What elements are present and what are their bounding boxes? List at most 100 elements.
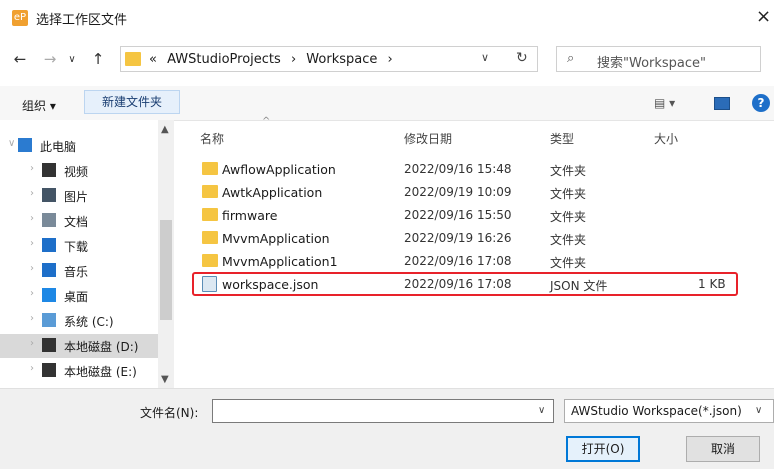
folder-icon bbox=[202, 162, 218, 175]
sidebar-item-label: 本地磁盘 (D:) bbox=[64, 340, 139, 354]
sidebar-item[interactable]: › 桌面 bbox=[0, 284, 158, 308]
folder-icon bbox=[202, 254, 218, 267]
column-header-type[interactable]: 类型 bbox=[550, 130, 574, 147]
recent-locations-button[interactable]: ∨ bbox=[62, 54, 82, 65]
sidebar-item[interactable]: › 下载 bbox=[0, 234, 158, 258]
breadcrumb-separator[interactable]: › bbox=[291, 52, 296, 67]
sidebar-item-label: 桌面 bbox=[64, 290, 89, 304]
file-type: 文件夹 bbox=[550, 210, 587, 224]
search-box[interactable]: ⌕ 搜索"Workspace" bbox=[556, 46, 761, 72]
filename-dropdown-icon[interactable]: ∨ bbox=[538, 405, 545, 416]
expand-icon[interactable]: › bbox=[30, 313, 34, 324]
sidebar-item[interactable]: › 本地磁盘 (D:) bbox=[0, 334, 158, 358]
close-icon[interactable]: × bbox=[756, 6, 771, 27]
view-options-icon[interactable]: ▤ ▾ bbox=[654, 96, 675, 110]
filename-label: 文件名(N): bbox=[140, 406, 199, 420]
drive-icon bbox=[42, 338, 56, 352]
filename-input[interactable] bbox=[212, 399, 554, 423]
new-folder-button[interactable]: 新建文件夹 bbox=[84, 90, 180, 114]
expand-icon[interactable]: › bbox=[30, 213, 34, 224]
folder-icon bbox=[202, 208, 218, 221]
sidebar-item-label: 图片 bbox=[64, 190, 89, 204]
sidebar-item[interactable]: ∨ 此电脑 bbox=[0, 134, 158, 158]
breadcrumb-workspace[interactable]: Workspace bbox=[306, 52, 377, 67]
scroll-down-icon[interactable]: ▼ bbox=[161, 374, 169, 385]
sidebar-item-label: 文档 bbox=[64, 215, 89, 229]
help-icon[interactable]: ? bbox=[752, 94, 770, 112]
file-type: 文件夹 bbox=[550, 256, 587, 270]
file-row[interactable]: MvvmApplication1 2022/09/16 17:08 文件夹 bbox=[192, 250, 738, 273]
picture-icon bbox=[42, 188, 56, 202]
file-row[interactable]: firmware 2022/09/16 15:50 文件夹 bbox=[192, 204, 738, 227]
drive-icon bbox=[42, 363, 56, 377]
file-row[interactable]: MvvmApplication 2022/09/19 16:26 文件夹 bbox=[192, 227, 738, 250]
scroll-up-icon[interactable]: ▲ bbox=[161, 124, 169, 135]
column-header-date[interactable]: 修改日期 bbox=[404, 130, 452, 147]
folder-icon bbox=[125, 52, 141, 66]
address-bar[interactable]: « AWStudioProjects › Workspace › ∨ bbox=[120, 46, 538, 72]
refresh-icon[interactable]: ↻ bbox=[516, 50, 528, 66]
open-button[interactable]: 打开(O) bbox=[566, 436, 640, 462]
sidebar-item-label: 视频 bbox=[64, 165, 89, 179]
file-type-select[interactable]: AWStudio Workspace(*.json) ∨ bbox=[564, 399, 774, 423]
file-row[interactable]: AwtkApplication 2022/09/19 10:09 文件夹 bbox=[192, 181, 738, 204]
expand-icon[interactable]: › bbox=[30, 188, 34, 199]
expand-icon[interactable]: › bbox=[30, 338, 34, 349]
sidebar-item-label: 本地磁盘 (E:) bbox=[64, 365, 137, 379]
search-icon: ⌕ bbox=[567, 51, 575, 66]
file-date: 2022/09/16 15:50 bbox=[404, 208, 512, 222]
download-icon bbox=[42, 238, 56, 252]
chevron-down-icon: ∨ bbox=[755, 405, 763, 416]
sidebar-item[interactable]: › 音乐 bbox=[0, 259, 158, 283]
computer-icon bbox=[18, 138, 32, 152]
sidebar-scroll-thumb[interactable] bbox=[160, 220, 172, 320]
file-name: MvvmApplication bbox=[222, 231, 330, 246]
breadcrumb: « AWStudioProjects › Workspace › bbox=[149, 52, 399, 67]
window-title: 选择工作区文件 bbox=[36, 13, 128, 28]
sidebar-item[interactable]: › 文档 bbox=[0, 209, 158, 233]
expand-icon[interactable]: › bbox=[30, 288, 34, 299]
desktop-icon bbox=[42, 288, 56, 302]
preview-pane-icon[interactable] bbox=[714, 97, 730, 110]
cancel-button[interactable]: 取消 bbox=[686, 436, 760, 462]
breadcrumb-awstudioprojects[interactable]: AWStudioProjects bbox=[167, 52, 281, 67]
sidebar-item[interactable]: › 系统 (C:) bbox=[0, 309, 158, 333]
file-name: MvvmApplication1 bbox=[222, 254, 338, 269]
forward-button[interactable]: → bbox=[40, 50, 60, 68]
file-type-value: AWStudio Workspace(*.json) bbox=[571, 404, 742, 418]
file-name: firmware bbox=[222, 208, 278, 223]
folder-icon bbox=[202, 231, 218, 244]
system-drive-icon bbox=[42, 313, 56, 327]
highlight-box bbox=[192, 272, 738, 296]
address-dropdown-icon[interactable]: ∨ bbox=[481, 51, 489, 64]
sidebar-item[interactable]: › 图片 bbox=[0, 184, 158, 208]
sidebar-item-label: 下载 bbox=[64, 240, 89, 254]
column-header-name[interactable]: 名称 bbox=[200, 130, 224, 147]
app-icon: eP bbox=[12, 10, 28, 26]
expand-icon[interactable]: › bbox=[30, 363, 34, 374]
sidebar-item-label: 系统 (C:) bbox=[64, 315, 114, 329]
music-icon bbox=[42, 263, 56, 277]
column-header-size[interactable]: 大小 bbox=[654, 130, 678, 147]
expand-icon[interactable]: › bbox=[30, 238, 34, 249]
sidebar-item[interactable]: › 视频 bbox=[0, 159, 158, 183]
file-date: 2022/09/19 10:09 bbox=[404, 185, 512, 199]
file-date: 2022/09/16 15:48 bbox=[404, 162, 512, 176]
sidebar-item[interactable]: › 本地磁盘 (E:) bbox=[0, 359, 158, 383]
breadcrumb-overflow[interactable]: « bbox=[149, 52, 157, 67]
organize-button[interactable]: 组织 ▾ bbox=[22, 97, 56, 114]
file-type: 文件夹 bbox=[550, 164, 587, 178]
file-row[interactable]: AwflowApplication 2022/09/16 15:48 文件夹 bbox=[192, 158, 738, 181]
expand-icon[interactable]: › bbox=[30, 163, 34, 174]
file-name: AwflowApplication bbox=[222, 162, 336, 177]
file-type: 文件夹 bbox=[550, 187, 587, 201]
back-button[interactable]: ← bbox=[10, 50, 30, 68]
up-button[interactable]: ↑ bbox=[88, 50, 108, 68]
expand-icon[interactable]: ∨ bbox=[8, 138, 15, 149]
document-icon bbox=[42, 213, 56, 227]
file-type: 文件夹 bbox=[550, 233, 587, 247]
breadcrumb-separator[interactable]: › bbox=[388, 52, 393, 67]
sidebar-item-label: 此电脑 bbox=[40, 140, 77, 154]
search-placeholder: 搜索"Workspace" bbox=[597, 56, 707, 71]
expand-icon[interactable]: › bbox=[30, 263, 34, 274]
